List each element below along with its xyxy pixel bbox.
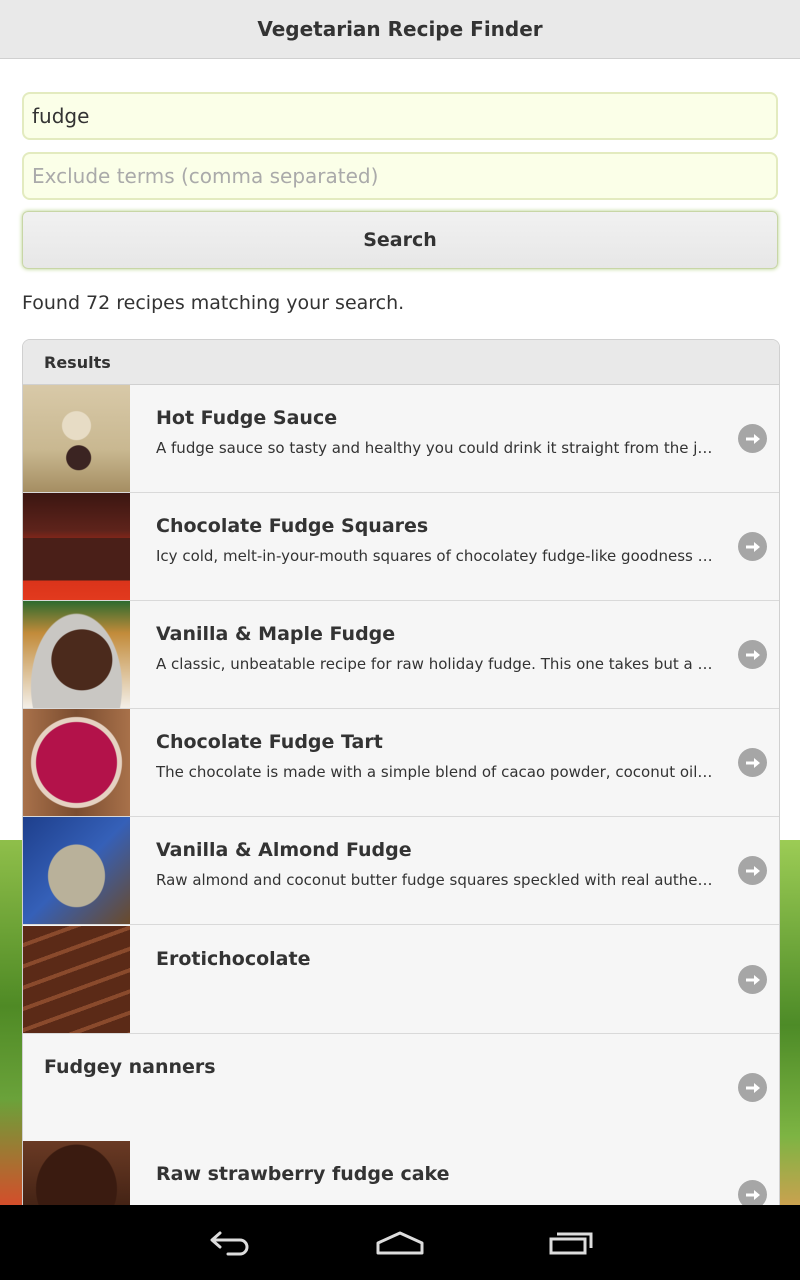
- recipe-title: Vanilla & Almond Fudge: [156, 839, 412, 861]
- recipe-thumbnail: [23, 601, 130, 708]
- recipe-thumbnail: [23, 926, 130, 1033]
- arrow-right-circle-icon: [738, 965, 767, 994]
- arrow-right-circle-icon: [738, 532, 767, 561]
- app-screen: Vegetarian Recipe Finder Search Found 72…: [0, 0, 800, 1205]
- recipe-thumbnail: [23, 385, 130, 492]
- recipe-row[interactable]: Erotichocolate: [23, 926, 779, 1034]
- system-navigation-bar: [0, 1205, 800, 1280]
- recipe-thumbnail: [23, 493, 130, 600]
- recipe-title: Vanilla & Maple Fudge: [156, 623, 396, 645]
- arrow-right-circle-icon: [738, 640, 767, 669]
- recipe-row[interactable]: Hot Fudge Sauce A fudge sauce so tasty a…: [23, 385, 779, 493]
- recipe-row[interactable]: Raw strawberry fudge cake: [23, 1141, 779, 1205]
- arrow-right-circle-icon: [738, 424, 767, 453]
- exclude-terms-input[interactable]: [22, 152, 778, 200]
- results-header: Results: [23, 340, 779, 385]
- app-title: Vegetarian Recipe Finder: [257, 17, 543, 41]
- recipe-title: Fudgey nanners: [44, 1056, 216, 1078]
- arrow-right-circle-icon: [738, 1073, 767, 1102]
- recipe-title: Hot Fudge Sauce: [156, 407, 338, 429]
- arrow-right-circle-icon: [738, 748, 767, 777]
- recipe-description: The chocolate is made with a simple blen…: [156, 763, 716, 781]
- recipe-title: Chocolate Fudge Squares: [156, 515, 429, 537]
- arrow-right-circle-icon: [738, 1180, 767, 1205]
- recipe-description: Raw almond and coconut butter fudge squa…: [156, 871, 716, 889]
- home-icon[interactable]: [370, 1225, 430, 1261]
- recipe-description: A fudge sauce so tasty and healthy you c…: [156, 439, 716, 457]
- recipe-title: Erotichocolate: [156, 948, 311, 970]
- recipe-thumbnail: [23, 1141, 130, 1205]
- search-input[interactable]: [22, 92, 778, 140]
- recipe-row[interactable]: Chocolate Fudge Squares Icy cold, melt-i…: [23, 493, 779, 601]
- back-icon[interactable]: [200, 1225, 260, 1261]
- results-count-text: Found 72 recipes matching your search.: [22, 292, 405, 314]
- recipe-row[interactable]: Fudgey nanners: [23, 1034, 779, 1142]
- recipe-thumbnail: [23, 709, 130, 816]
- recipe-row[interactable]: Chocolate Fudge Tart The chocolate is ma…: [23, 709, 779, 817]
- recipe-description: A classic, unbeatable recipe for raw hol…: [156, 655, 716, 673]
- recipe-thumbnail: [23, 817, 130, 924]
- app-header: Vegetarian Recipe Finder: [0, 0, 800, 59]
- arrow-right-circle-icon: [738, 856, 767, 885]
- results-list: Results Hot Fudge Sauce A fudge sauce so…: [22, 339, 780, 1205]
- recipe-title: Chocolate Fudge Tart: [156, 731, 383, 753]
- recipe-title: Raw strawberry fudge cake: [156, 1163, 450, 1185]
- recipe-row[interactable]: Vanilla & Almond Fudge Raw almond and co…: [23, 817, 779, 925]
- recipe-row[interactable]: Vanilla & Maple Fudge A classic, unbeata…: [23, 601, 779, 709]
- search-button[interactable]: Search: [22, 211, 778, 269]
- recipe-description: Icy cold, melt-in-your-mouth squares of …: [156, 547, 716, 565]
- recents-icon[interactable]: [541, 1225, 601, 1261]
